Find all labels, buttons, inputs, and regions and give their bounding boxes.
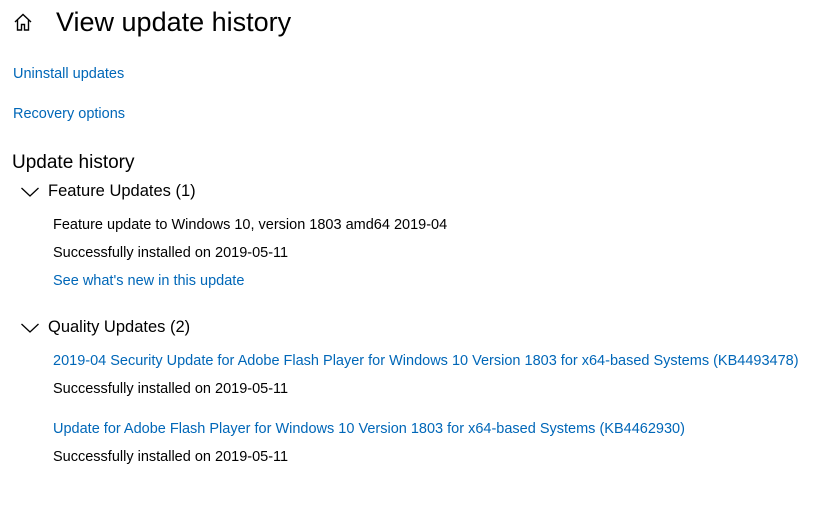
chevron-down-icon — [20, 321, 40, 335]
quality-update-status: Successfully installed on 2019-05-11 — [53, 449, 289, 465]
quality-updates-group-header[interactable]: Quality Updates (2) — [20, 318, 190, 337]
uninstall-updates-link[interactable]: Uninstall updates — [13, 66, 124, 82]
page-header: View update history — [12, 4, 291, 40]
see-whats-new-link[interactable]: See what's new in this update — [53, 273, 244, 289]
recovery-options-link[interactable]: Recovery options — [13, 106, 125, 122]
feature-update-name: Feature update to Windows 10, version 18… — [53, 217, 448, 233]
chevron-down-icon — [20, 185, 40, 199]
page-title: View update history — [56, 6, 292, 37]
quality-update-link[interactable]: 2019-04 Security Update for Adobe Flash … — [53, 353, 799, 369]
quality-updates-title: Quality Updates (2) — [48, 318, 191, 336]
feature-updates-title: Feature Updates (1) — [48, 182, 196, 200]
quality-update-link[interactable]: Update for Adobe Flash Player for Window… — [53, 421, 685, 437]
feature-update-status: Successfully installed on 2019-05-11 — [53, 245, 289, 261]
feature-updates-group-header[interactable]: Feature Updates (1) — [20, 182, 196, 201]
home-icon[interactable] — [12, 11, 34, 33]
update-history-heading: Update history — [12, 152, 135, 173]
quality-update-status: Successfully installed on 2019-05-11 — [53, 381, 289, 397]
